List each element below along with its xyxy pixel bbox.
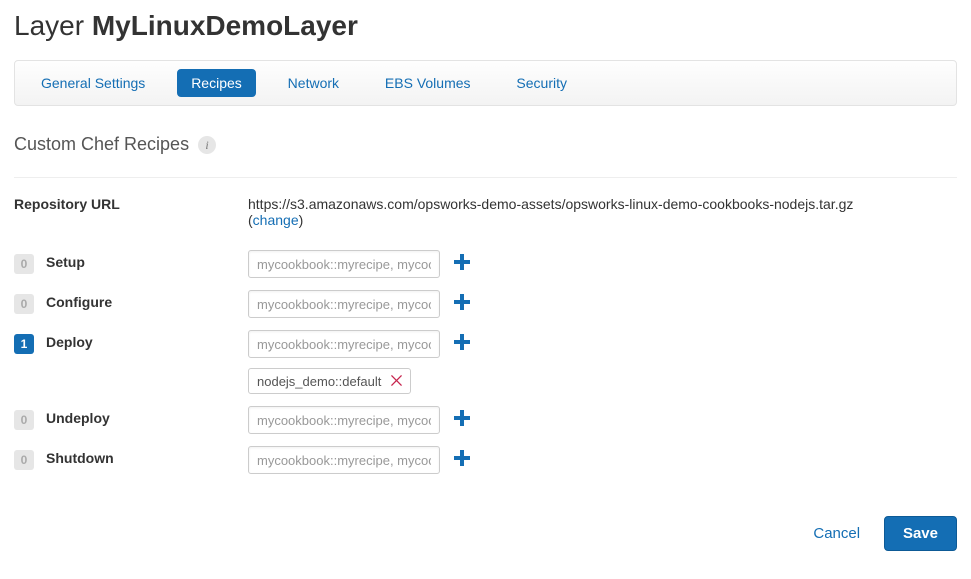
tab-network[interactable]: Network: [274, 69, 353, 97]
repository-url-change-wrap: (change): [248, 212, 303, 228]
shutdown-label: Shutdown: [46, 450, 114, 466]
undeploy-label: Undeploy: [46, 410, 110, 426]
lifecycle-row-configure: 0 Configure: [14, 290, 957, 318]
section-title: Custom Chef Recipes i: [14, 134, 957, 155]
configure-count-badge: 0: [14, 294, 34, 314]
divider: [14, 177, 957, 178]
plus-icon: [454, 450, 470, 466]
lifecycle-row-deploy: 1 Deploy nodejs_demo::default: [14, 330, 957, 394]
tab-ebs-volumes[interactable]: EBS Volumes: [371, 69, 485, 97]
undeploy-add-button[interactable]: [454, 410, 470, 430]
tab-bar: General Settings Recipes Network EBS Vol…: [14, 60, 957, 106]
save-button[interactable]: Save: [884, 516, 957, 551]
repository-url-value: https://s3.amazonaws.com/opsworks-demo-a…: [248, 196, 853, 212]
tab-security[interactable]: Security: [502, 69, 581, 97]
info-icon[interactable]: i: [198, 136, 216, 154]
undeploy-count-badge: 0: [14, 410, 34, 430]
cancel-button[interactable]: Cancel: [813, 525, 860, 542]
lifecycle-row-setup: 0 Setup: [14, 250, 957, 278]
undeploy-recipe-input[interactable]: [248, 406, 440, 434]
shutdown-add-button[interactable]: [454, 450, 470, 470]
deploy-recipe-input[interactable]: [248, 330, 440, 358]
plus-icon: [454, 410, 470, 426]
setup-add-button[interactable]: [454, 254, 470, 274]
configure-add-button[interactable]: [454, 294, 470, 314]
page-title-name: MyLinuxDemoLayer: [92, 10, 358, 41]
page-title: Layer MyLinuxDemoLayer: [14, 10, 957, 42]
deploy-count-badge: 1: [14, 334, 34, 354]
configure-label: Configure: [46, 294, 112, 310]
deploy-label: Deploy: [46, 334, 93, 350]
configure-recipe-input[interactable]: [248, 290, 440, 318]
plus-icon: [454, 294, 470, 310]
repository-url-row: Repository URL https://s3.amazonaws.com/…: [14, 196, 957, 228]
close-icon: [391, 375, 402, 386]
repository-url-change-link[interactable]: change: [253, 212, 299, 228]
deploy-recipe-chip-text: nodejs_demo::default: [257, 374, 381, 389]
shutdown-recipe-input[interactable]: [248, 446, 440, 474]
page-title-prefix: Layer: [14, 10, 84, 41]
deploy-add-button[interactable]: [454, 334, 470, 354]
setup-count-badge: 0: [14, 254, 34, 274]
footer-actions: Cancel Save: [14, 486, 957, 551]
lifecycle-row-undeploy: 0 Undeploy: [14, 406, 957, 434]
tab-general-settings[interactable]: General Settings: [27, 69, 159, 97]
section-title-text: Custom Chef Recipes: [14, 134, 189, 154]
plus-icon: [454, 334, 470, 350]
tab-recipes[interactable]: Recipes: [177, 69, 256, 97]
repository-url-label: Repository URL: [14, 196, 120, 212]
setup-label: Setup: [46, 254, 85, 270]
shutdown-count-badge: 0: [14, 450, 34, 470]
lifecycle-row-shutdown: 0 Shutdown: [14, 446, 957, 474]
plus-icon: [454, 254, 470, 270]
setup-recipe-input[interactable]: [248, 250, 440, 278]
deploy-recipe-chip: nodejs_demo::default: [248, 368, 411, 394]
deploy-recipe-chip-remove[interactable]: [391, 373, 402, 389]
